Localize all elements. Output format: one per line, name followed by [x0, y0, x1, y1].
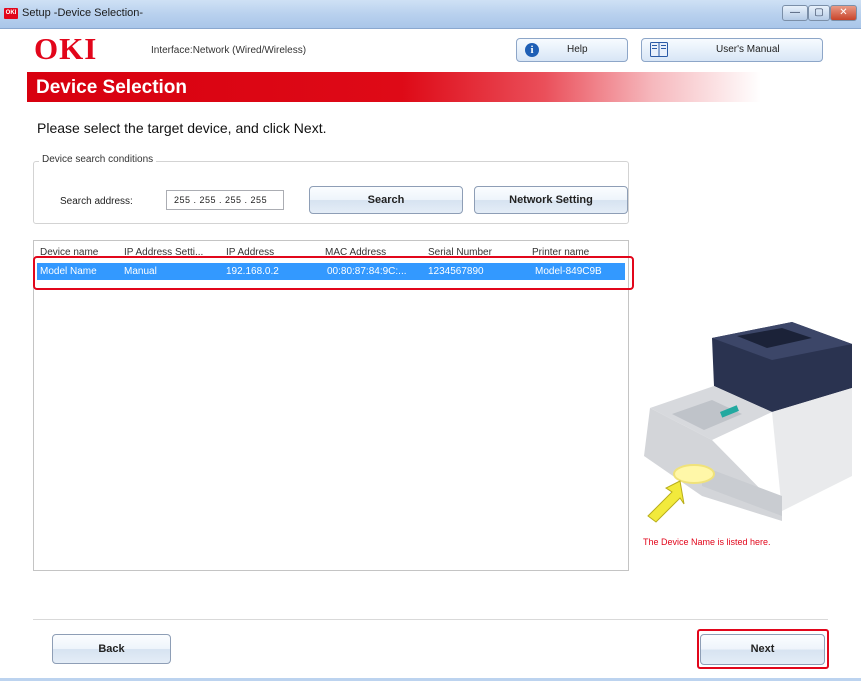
info-icon: i — [525, 43, 539, 57]
search-address-label: Search address: — [60, 196, 133, 207]
window-title: Setup -Device Selection- — [22, 7, 144, 19]
help-label: Help — [567, 44, 588, 55]
users-manual-label: User's Manual — [716, 44, 780, 55]
page-banner: Device Selection — [27, 72, 861, 102]
search-conditions-group: Device search conditions Search address:… — [33, 154, 629, 224]
footer-divider — [33, 619, 828, 620]
device-list-header: Device name IP Address Setti... IP Addre… — [34, 241, 628, 257]
printer-illustration — [644, 322, 852, 523]
back-button[interactable]: Back — [52, 634, 171, 664]
search-button[interactable]: Search — [309, 186, 463, 214]
network-setting-button[interactable]: Network Setting — [474, 186, 628, 214]
minimize-button[interactable]: — — [782, 5, 808, 21]
interface-text: Interface:Network (Wired/Wireless) — [151, 45, 307, 56]
row-highlight-frame — [33, 256, 634, 290]
oki-logo: OKI — [34, 31, 98, 66]
help-button[interactable]: i Help — [516, 38, 628, 62]
next-highlight-frame — [697, 629, 829, 669]
book-icon — [650, 42, 668, 57]
instruction-text: Please select the target device, and cli… — [37, 120, 327, 136]
maximize-button[interactable]: ▢ — [808, 5, 830, 21]
title-bar: OKI Setup -Device Selection- — ▢ ✕ — [0, 0, 861, 29]
search-address-input[interactable]: 255 . 255 . 255 . 255 — [166, 190, 284, 210]
page-title: Device Selection — [36, 77, 188, 98]
users-manual-button[interactable]: User's Manual — [641, 38, 823, 62]
search-group-label: Device search conditions — [39, 154, 157, 165]
printer-caption: The Device Name is listed here. — [643, 537, 771, 547]
app-icon: OKI — [4, 8, 18, 19]
close-button[interactable]: ✕ — [830, 5, 857, 21]
